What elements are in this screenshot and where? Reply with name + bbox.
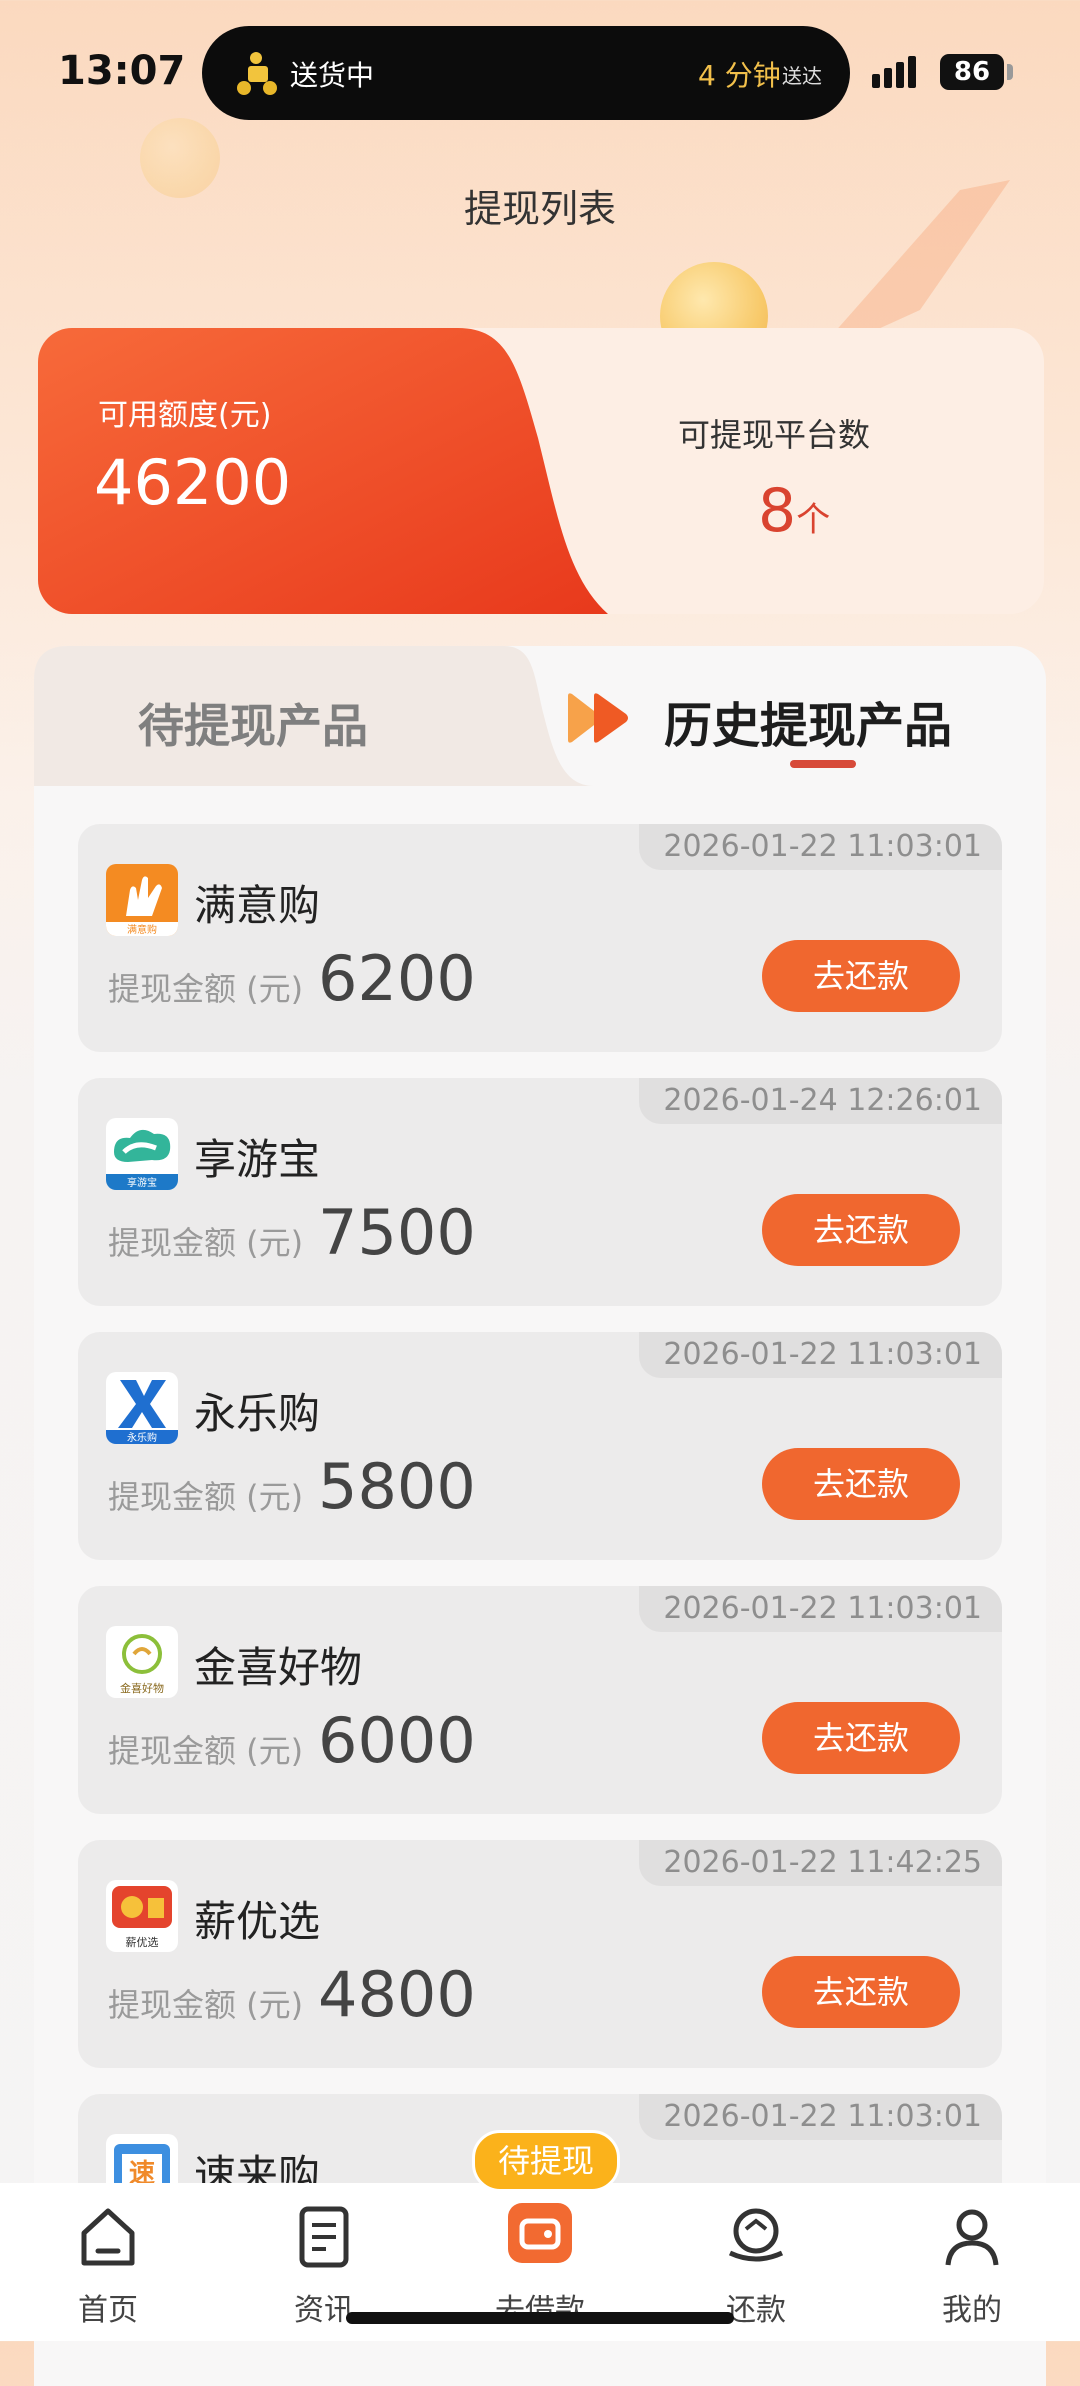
home-icon [81, 2208, 135, 2266]
repay-button[interactable]: 去还款 [762, 940, 960, 1012]
platform-count-value: 8个 [758, 476, 830, 546]
nav-item-mine[interactable]: 我的 [912, 2203, 1032, 2329]
tab-active-indicator [790, 760, 856, 768]
home-indicator[interactable] [346, 2312, 734, 2324]
item-name: 金喜好物 [194, 1643, 363, 1692]
gift-logo-icon: 薪优选 [106, 1880, 178, 1952]
repay-icon [728, 2208, 784, 2262]
credit-label: 可用额度(元) [98, 398, 272, 433]
logo-caption: 享游宝 [127, 1176, 157, 1189]
signal-icon [872, 56, 916, 88]
list-item[interactable]: 2026-01-22 11:42:25 薪优选 薪优选 提现金额 (元) 480… [78, 1840, 1002, 2068]
item-date: 2026-01-22 11:03:01 [639, 1586, 1002, 1632]
dynamic-island[interactable]: 送货中 4 分钟 送达 [202, 26, 850, 120]
logo-caption: 永乐购 [127, 1431, 157, 1444]
delivery-status-text: 送货中 [290, 59, 375, 92]
wallet-glyph [519, 2218, 561, 2250]
credit-value: 46200 [94, 446, 292, 519]
item-date: 2026-01-22 11:03:01 [639, 1332, 1002, 1378]
summary-card: 可用额度(元) 46200 可提现平台数 8个 [38, 328, 1044, 614]
amount-label: 提现金额 (元) [108, 1478, 304, 1516]
user-icon [945, 2209, 999, 2266]
item-amount: 4800 [318, 1958, 476, 2031]
logo-caption: 金喜好物 [120, 1681, 164, 1695]
platform-count-number: 8 [758, 476, 797, 546]
bag-logo-icon: 金喜好物 [106, 1626, 178, 1698]
battery-icon: 86 [940, 54, 1004, 90]
wallet-icon [508, 2203, 572, 2263]
item-name: 满意购 [194, 881, 321, 930]
tab-pending[interactable]: 待提现产品 [138, 690, 368, 756]
repay-button[interactable]: 去还款 [762, 1956, 960, 2028]
nav-label: 首页 [78, 2293, 138, 2328]
pending-withdraw-badge[interactable]: 待提现 [472, 2130, 620, 2192]
nav-label: 我的 [942, 2293, 1002, 2328]
item-amount: 5800 [318, 1450, 476, 1523]
list-item[interactable]: 2026-01-22 11:03:01 永乐购 永乐购 提现金额 (元) 580… [78, 1332, 1002, 1560]
amount-label: 提现金额 (元) [108, 1986, 304, 2024]
item-name: 永乐购 [194, 1389, 321, 1438]
item-date: 2026-01-24 12:26:01 [639, 1078, 1002, 1124]
repay-button[interactable]: 去还款 [762, 1702, 960, 1774]
item-amount: 6200 [318, 942, 476, 1015]
delivery-eta: 4 分钟 [698, 59, 781, 92]
platform-count-unit: 个 [796, 500, 831, 540]
item-amount: 7500 [318, 1196, 476, 1269]
tab-history[interactable]: 历史提现产品 [664, 686, 952, 756]
list-item[interactable]: 2026-01-24 12:26:01 享游宝 享游宝 提现金额 (元) 750… [78, 1078, 1002, 1306]
amount-label: 提现金额 (元) [108, 1224, 304, 1262]
amount-label: 提现金额 (元) [108, 970, 304, 1008]
logo-caption: 薪优选 [126, 1936, 159, 1949]
repay-button[interactable]: 去还款 [762, 1194, 960, 1266]
item-amount: 6000 [318, 1704, 476, 1777]
battery-cap [1007, 64, 1013, 80]
item-date: 2026-01-22 11:03:01 [639, 2094, 1002, 2140]
item-name: 享游宝 [194, 1135, 321, 1184]
delivery-scooter-icon [237, 52, 277, 95]
nav-item-home[interactable]: 首页 [48, 2203, 168, 2329]
document-icon [299, 2206, 349, 2268]
item-date: 2026-01-22 11:42:25 [639, 1840, 1002, 1886]
hand-logo-icon: 满意购 [106, 864, 178, 936]
item-name: 薪优选 [194, 1897, 321, 1946]
logo-caption: 满意购 [127, 923, 157, 936]
status-bar: 13:07 送货中 4 分钟 送达 86 [0, 0, 1080, 140]
play-arrow-icon [568, 693, 628, 743]
cloud-logo-icon: 享游宝 [106, 1118, 178, 1190]
x-logo-icon: 永乐购 [106, 1372, 178, 1444]
nav-item-news[interactable]: 资讯 [264, 2203, 384, 2329]
list-item[interactable]: 2026-01-22 11:03:01 满意购 满意购 提现金额 (元) 620… [78, 824, 1002, 1052]
nav-item-borrow[interactable]: 去借款 [480, 2203, 600, 2329]
list-item[interactable]: 2026-01-22 11:03:01 金喜好物 金喜好物 提现金额 (元) 6… [78, 1586, 1002, 1814]
item-date: 2026-01-22 11:03:01 [639, 824, 1002, 870]
nav-item-repay[interactable]: 还款 [696, 2203, 816, 2329]
repay-button[interactable]: 去还款 [762, 1448, 960, 1520]
delivery-eta-suffix: 送达 [782, 64, 822, 88]
platform-count-label: 可提现平台数 [678, 416, 871, 454]
status-time: 13:07 [58, 48, 186, 94]
page-title: 提现列表 [463, 187, 616, 231]
amount-label: 提现金额 (元) [108, 1732, 304, 1770]
